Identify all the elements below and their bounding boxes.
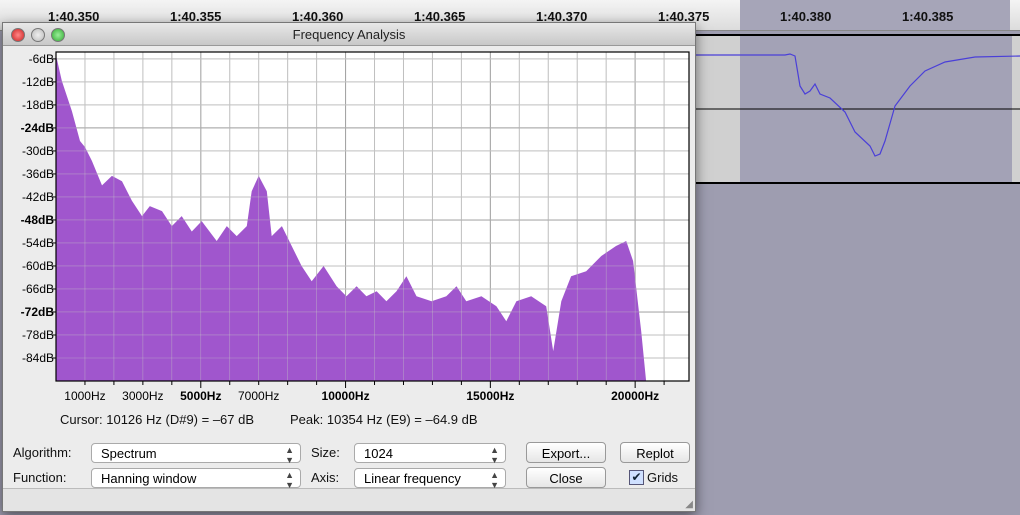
algorithm-value: Spectrum [101, 446, 157, 461]
axis-label: Axis: [311, 470, 340, 485]
y-tick-label: -6dB [29, 52, 54, 66]
size-label: Size: [311, 445, 340, 460]
y-tick-label: -48dB [21, 213, 55, 227]
export-button[interactable]: Export... [526, 442, 606, 463]
replot-button[interactable]: Replot [620, 442, 690, 463]
title-bar[interactable]: Frequency Analysis [3, 23, 695, 46]
y-tick-label: -24dB [21, 121, 55, 135]
y-tick-label: -12dB [22, 75, 54, 89]
axis-value: Linear frequency [364, 471, 461, 486]
audio-track[interactable] [695, 34, 1020, 184]
frequency-analysis-dialog: Frequency Analysis -6dB -12dB -18dB -24dB -3… [2, 22, 696, 512]
axis-select[interactable]: Linear frequency ▲ ▼ [354, 468, 506, 490]
grids-label: Grids [647, 470, 679, 485]
peak-readout: Peak: 10354 Hz (E9) = –64.9 dB [290, 412, 478, 427]
grids-checkbox[interactable]: ✔ Grids [629, 470, 678, 485]
updown-icon: ▲ ▼ [490, 445, 499, 465]
x-tick-label: 7000Hz [238, 389, 279, 403]
x-tick-label: 20000Hz [611, 389, 659, 403]
dialog-title: Frequency Analysis [292, 27, 406, 42]
timeline-tick: 1:40.385 [902, 9, 954, 24]
function-label: Function: [13, 470, 67, 485]
waveform [695, 53, 1020, 157]
y-tick-label: -78dB [22, 328, 54, 342]
y-tick-label: -42dB [22, 190, 54, 204]
y-tick-label: -54dB [22, 236, 54, 250]
y-tick-label: -66dB [22, 282, 54, 296]
algorithm-select[interactable]: Spectrum ▲ ▼ [91, 443, 301, 465]
cursor-readout: Cursor: 10126 Hz (D#9) = –67 dB [60, 412, 255, 427]
checkmark-icon[interactable]: ✔ [629, 470, 644, 485]
algorithm-label: Algorithm: [13, 445, 72, 460]
size-select[interactable]: 1024 ▲ ▼ [354, 443, 506, 465]
size-value: 1024 [364, 446, 393, 461]
x-tick-label: 10000Hz [322, 389, 370, 403]
updown-icon: ▲ ▼ [490, 470, 499, 490]
x-tick-label: 5000Hz [180, 389, 221, 403]
x-tick-label: 15000Hz [466, 389, 514, 403]
y-tick-label: -60dB [22, 259, 54, 273]
y-tick-label: -84dB [22, 351, 54, 365]
y-tick-label: -30dB [22, 144, 54, 158]
y-tick-label: -18dB [22, 98, 54, 112]
updown-icon: ▲ ▼ [285, 445, 294, 465]
y-tick-label: -36dB [22, 167, 54, 181]
function-select[interactable]: Hanning window ▲ ▼ [91, 468, 301, 490]
x-tick-label: 1000Hz [64, 389, 105, 403]
close-button[interactable]: Close [526, 467, 606, 488]
timeline-tick: 1:40.380 [780, 9, 832, 24]
status-bar: ◢ [3, 488, 695, 511]
resize-grip-icon[interactable]: ◢ [685, 499, 693, 510]
updown-icon: ▲ ▼ [285, 470, 294, 490]
x-tick-label: 3000Hz [122, 389, 163, 403]
spectrum-plot[interactable]: -6dB -12dB -18dB -24dB -30dB -36dB -42dB -48dB -… [3, 46, 695, 416]
function-value: Hanning window [101, 471, 197, 486]
y-tick-label: -72dB [21, 305, 55, 319]
